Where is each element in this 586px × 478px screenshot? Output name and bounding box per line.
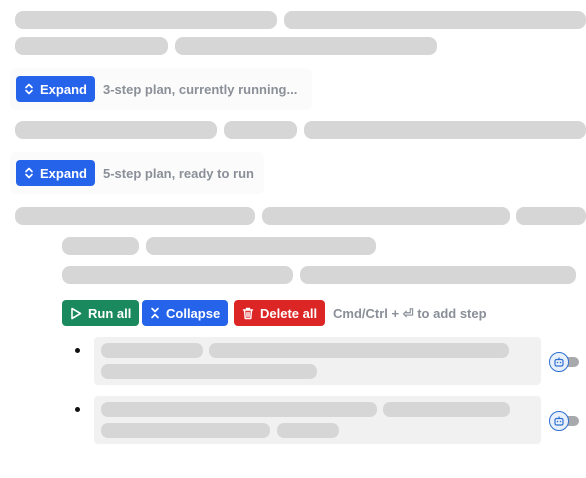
collapse-label: Collapse [166,305,221,321]
collapse-button[interactable]: Collapse [142,300,229,326]
expand-chevrons-icon [25,83,33,95]
toggle-knob [549,411,569,431]
placeholder-line [516,207,586,225]
expand-button[interactable]: Expand [16,76,95,102]
placeholder-line [300,266,576,284]
placeholder-line [62,237,139,255]
placeholder-line [101,423,270,438]
toggle-knob [549,352,569,372]
placeholder-line [15,121,217,139]
bot-icon [554,416,564,426]
placeholder-line [101,343,203,358]
list-bullet [75,407,80,412]
delete-all-label: Delete all [260,305,318,321]
delete-all-button[interactable]: Delete all [234,300,326,326]
expand-label: Expand [40,165,87,181]
expand-button[interactable]: Expand [16,160,95,186]
plan-status-text: 5-step plan, ready to run [103,166,254,181]
placeholder-line [15,37,168,55]
plan-status-text: 3-step plan, currently running... [103,82,298,97]
placeholder-line [101,364,317,379]
play-icon [71,307,82,319]
placeholder-line [224,121,297,139]
bot-icon [554,357,564,367]
add-step-hint: Cmd/Ctrl + ⏎ to add step [333,306,487,321]
placeholder-line [383,402,510,417]
placeholder-line [15,11,277,29]
collapse-icon [151,307,159,319]
placeholder-line [101,402,377,417]
trash-icon [242,307,254,319]
run-all-button[interactable]: Run all [62,300,140,326]
placeholder-line [209,343,509,358]
placeholder-line [175,37,437,55]
placeholder-line [15,207,255,225]
placeholder-line [304,121,586,139]
list-bullet [75,348,80,353]
agent-toggle[interactable] [549,352,579,372]
placeholder-line [146,237,376,255]
placeholder-line [284,11,586,29]
agent-toggle[interactable] [549,411,579,431]
expand-label: Expand [40,81,87,97]
placeholder-line [262,207,510,225]
expand-chevrons-icon [25,167,33,179]
run-all-label: Run all [88,305,132,321]
placeholder-line [277,423,339,438]
placeholder-line [62,266,293,284]
